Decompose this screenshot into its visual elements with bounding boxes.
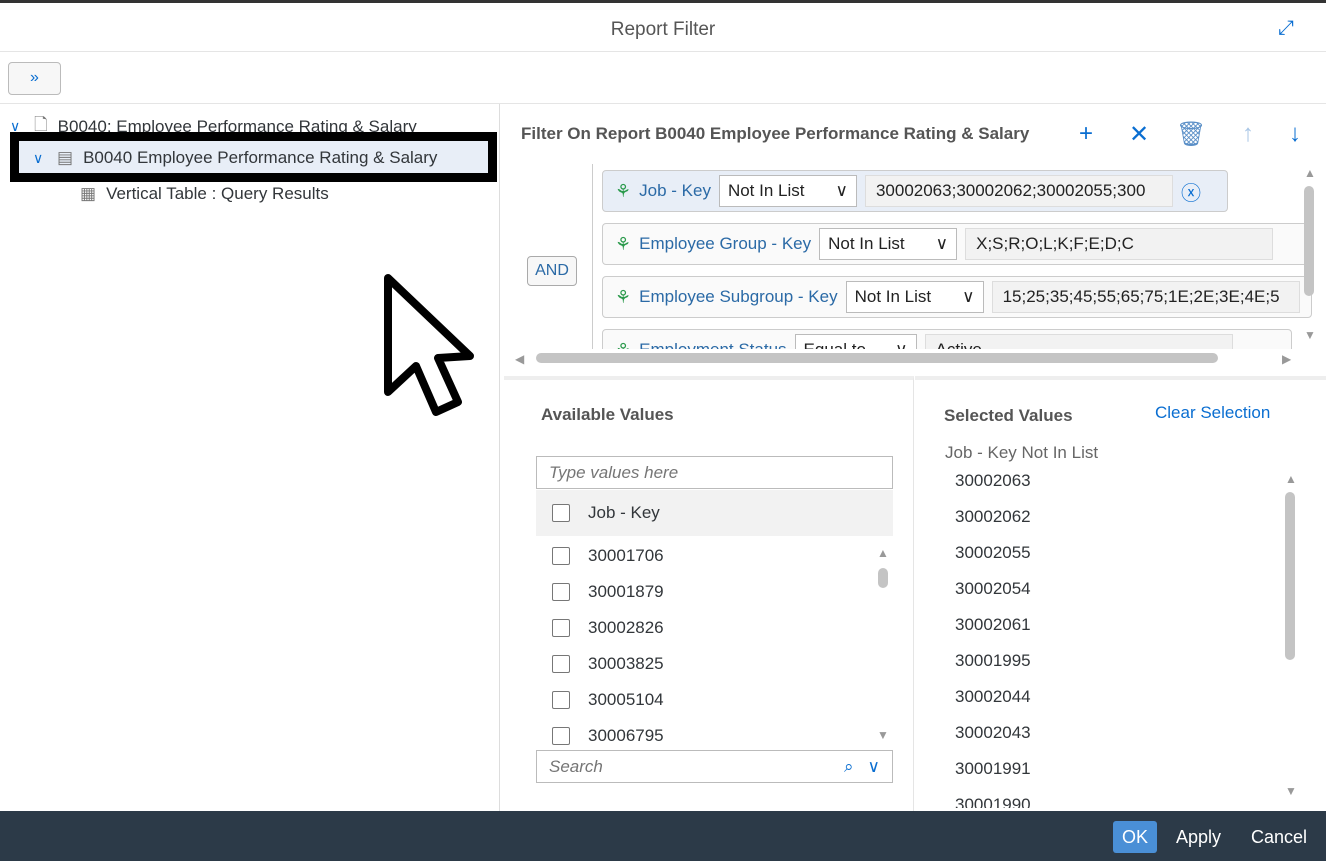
dimension-icon: ⚘ [615, 233, 632, 254]
cancel-button[interactable]: Cancel [1251, 821, 1307, 853]
selected-item[interactable]: 30002044 [955, 687, 1031, 707]
selected-item[interactable]: 30002062 [955, 507, 1031, 527]
filter-rule[interactable]: ⚘ Employment Status Equal to∨ Active [602, 329, 1292, 349]
add-icon[interactable]: + [1079, 120, 1093, 148]
search-icon[interactable]: ⌕ [844, 757, 854, 777]
selected-item[interactable]: 30001995 [955, 651, 1031, 671]
chevron-down-icon: ∨ [835, 181, 848, 200]
search-field[interactable]: ⌕ ∨ [536, 750, 893, 783]
tree-item-label: Vertical Table : Query Results [106, 184, 329, 203]
vertical-scrollbar[interactable] [1304, 186, 1314, 296]
selected-item[interactable]: 30002061 [955, 615, 1031, 635]
selected-item[interactable]: 30002054 [955, 579, 1031, 599]
tree-item-table[interactable]: ▦ Vertical Table : Query Results [80, 184, 329, 204]
dialog-title: Report Filter [610, 19, 716, 40]
operator-select[interactable]: Not In List ∨ [845, 281, 984, 313]
list-item[interactable]: 30001879 [552, 582, 664, 602]
cursor-arrow-icon [384, 274, 474, 416]
table-icon: ▦ [80, 184, 97, 203]
dialog-header: Report Filter ⤢ [0, 0, 1326, 52]
dimension-icon: ⚘ [615, 180, 632, 201]
arrow-up-icon[interactable]: ↑ [1242, 120, 1254, 148]
available-values-panel: Available Values Job - Key 30001706 30001… [504, 376, 914, 811]
expand-button[interactable]: » [8, 62, 61, 95]
chevron-down-icon[interactable]: ∨ [33, 150, 47, 167]
value-field[interactable]: X;S;R;O;L;K;F;E;D;C [965, 228, 1274, 260]
filter-rule[interactable]: ⚘ Employee Group - Key Not In List ∨ X;S;… [602, 223, 1312, 265]
list-item[interactable]: 30003825 [552, 654, 664, 674]
rule-field: Employee Subgroup - Key [639, 287, 838, 306]
value-field[interactable]: 15;25;35;45;55;65;75;1E;2E;3E;4E;5 [991, 281, 1300, 313]
rule-field: Job - Key [639, 181, 711, 200]
selected-item[interactable]: 30002043 [955, 723, 1031, 743]
filter-rule[interactable]: ⚘ Employee Subgroup - Key Not In List ∨ 1… [602, 276, 1312, 318]
vertical-scrollbar[interactable] [1285, 492, 1295, 660]
filter-rule[interactable]: ⚘ Job - Key Not In List ∨ 30002063;300020… [602, 170, 1228, 212]
filter-title: Filter On Report B0040 Employee Performa… [521, 124, 1030, 143]
selected-item[interactable]: 30002063 [955, 471, 1031, 491]
operator-select[interactable]: Not In List ∨ [819, 228, 958, 260]
arrow-down-icon[interactable]: ↓ [1289, 120, 1301, 148]
apply-button[interactable]: Apply [1176, 821, 1221, 853]
list-item[interactable]: 30005104 [552, 690, 664, 710]
toolbar: » [0, 52, 1326, 104]
rule-field: Employee Group - Key [639, 234, 812, 253]
delete-icon[interactable]: 🗑 [1176, 120, 1206, 149]
list-item[interactable]: 30002826 [552, 618, 664, 638]
value-field[interactable]: 30002063;30002062;30002055;300 [864, 175, 1173, 207]
dimension-icon: ⚘ [615, 286, 632, 307]
close-icon[interactable]: ✕ [1129, 120, 1149, 149]
checkbox[interactable] [552, 727, 570, 745]
chevron-down-icon: ∨ [935, 234, 949, 253]
chevron-down-icon: ∨ [962, 287, 975, 306]
operator-select[interactable]: Not In List ∨ [718, 175, 857, 207]
filter-panel: Filter On Report B0040 Employee Performa… [504, 104, 1326, 811]
logic-operator-button[interactable]: AND [527, 256, 577, 286]
remove-icon[interactable]: ⓧ [1181, 177, 1201, 206]
checkbox[interactable] [552, 583, 570, 601]
selected-item[interactable]: 30002055 [955, 543, 1031, 563]
maximize-icon[interactable]: ⤢ [1278, 17, 1302, 41]
checkbox[interactable] [552, 547, 570, 565]
dialog-footer: OK Apply Cancel [0, 811, 1326, 861]
search-input[interactable] [549, 756, 845, 777]
column-header: Job - Key [536, 490, 893, 536]
ok-button[interactable]: OK [1113, 821, 1157, 853]
operator-select[interactable]: Equal to∨ [794, 334, 917, 349]
horizontal-scrollbar[interactable] [536, 353, 1218, 363]
chevron-down-icon[interactable]: ∨ [868, 757, 880, 777]
values-input[interactable] [536, 456, 893, 489]
report-tree: ∨ 🗋 B0040: Employee Performance Rating &… [0, 104, 500, 811]
list-item[interactable]: 30001706 [552, 546, 664, 566]
rule-field: Employment Status [639, 340, 786, 349]
checkbox[interactable] [552, 619, 570, 637]
list-item[interactable]: 30006795 [552, 726, 664, 746]
checkbox[interactable] [552, 691, 570, 709]
available-values-title: Available Values [541, 405, 674, 424]
dimension-icon: ⚘ [615, 340, 631, 350]
select-all-checkbox[interactable] [552, 504, 570, 522]
report-icon: ▤ [57, 148, 74, 167]
checkbox[interactable] [552, 655, 570, 673]
selected-values-panel: Selected Values Clear Selection Job - Ke… [915, 376, 1326, 811]
tree-item-report[interactable]: ∨ ▤ B0040 Employee Performance Rating & … [33, 148, 437, 168]
value-field[interactable]: Active [924, 334, 1233, 349]
selected-item[interactable]: 30001990 [955, 795, 1031, 808]
tree-item-label: B0040 Employee Performance Rating & Sala… [83, 148, 438, 167]
selected-item[interactable]: 30001991 [955, 759, 1031, 779]
